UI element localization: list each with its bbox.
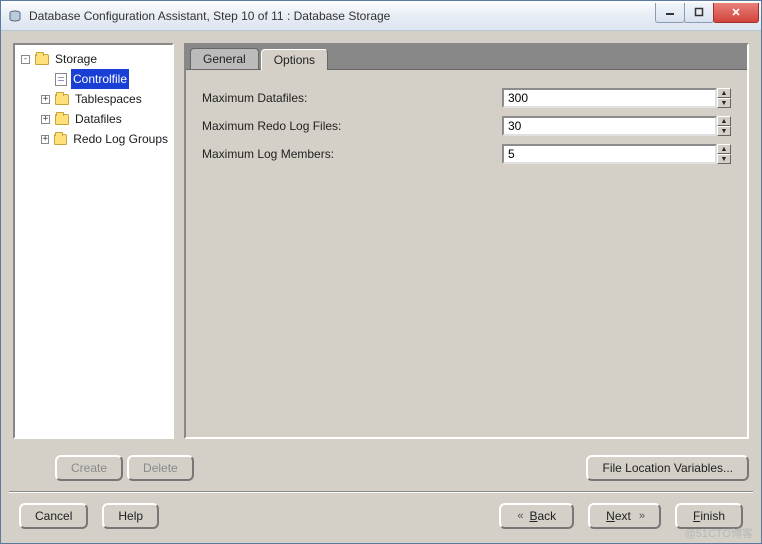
tree-label: Storage	[53, 49, 99, 69]
spinner-down-icon[interactable]: ▼	[717, 98, 731, 108]
folder-icon	[54, 134, 67, 145]
tree-label: Redo Log Groups	[71, 129, 170, 149]
back-button[interactable]: « Back	[499, 503, 574, 529]
label-max-members: Maximum Log Members:	[202, 147, 502, 161]
spinner-down-icon[interactable]: ▼	[717, 126, 731, 136]
max-members-spinner: ▲ ▼	[502, 144, 731, 164]
expand-icon[interactable]: +	[41, 95, 50, 104]
tree-node-controlfile[interactable]: Controlfile	[37, 69, 170, 89]
tree-label: Tablespaces	[73, 89, 144, 109]
tree-node-datafiles[interactable]: + Datafiles	[37, 109, 170, 129]
collapse-icon[interactable]: -	[21, 55, 30, 64]
minimize-button[interactable]	[655, 3, 685, 23]
folder-icon	[55, 94, 69, 105]
content-area: - Storage Controlfile	[1, 31, 761, 543]
max-members-input[interactable]	[502, 144, 717, 164]
max-redolog-input[interactable]	[502, 116, 717, 136]
expand-icon[interactable]: +	[41, 115, 50, 124]
titlebar[interactable]: Database Configuration Assistant, Step 1…	[1, 1, 761, 31]
detail-panel: General Options Maximum Datafiles: ▲ ▼	[184, 43, 749, 439]
tree-label: Controlfile	[71, 69, 129, 89]
max-datafiles-input[interactable]	[502, 88, 717, 108]
spinner-up-icon[interactable]: ▲	[717, 144, 731, 154]
document-icon	[55, 73, 67, 86]
help-button[interactable]: Help	[102, 503, 159, 529]
storage-tree[interactable]: - Storage Controlfile	[13, 43, 174, 439]
tab-body-options: Maximum Datafiles: ▲ ▼ Maximum Redo Log …	[186, 70, 747, 437]
chevron-right-icon: »	[639, 510, 643, 522]
spinner-up-icon[interactable]: ▲	[717, 116, 731, 126]
window-controls	[656, 3, 759, 23]
delete-button[interactable]: Delete	[127, 455, 194, 481]
cancel-button[interactable]: Cancel	[19, 503, 88, 529]
tree-node-redolog[interactable]: + Redo Log Groups	[37, 129, 170, 149]
app-window: Database Configuration Assistant, Step 1…	[0, 0, 762, 544]
tree-node-tablespaces[interactable]: + Tablespaces	[37, 89, 170, 109]
file-location-variables-button[interactable]: File Location Variables...	[586, 455, 749, 481]
max-datafiles-spinner: ▲ ▼	[502, 88, 731, 108]
close-button[interactable]	[713, 3, 759, 23]
chevron-left-icon: «	[517, 510, 521, 522]
app-icon	[7, 8, 23, 24]
spinner-down-icon[interactable]: ▼	[717, 154, 731, 164]
tab-general[interactable]: General	[190, 48, 259, 69]
next-button[interactable]: Next »	[588, 503, 661, 529]
label-max-datafiles: Maximum Datafiles:	[202, 91, 502, 105]
label-max-redolog: Maximum Redo Log Files:	[202, 119, 502, 133]
tree-node-storage[interactable]: - Storage	[17, 49, 170, 69]
maximize-button[interactable]	[684, 3, 714, 23]
max-redolog-spinner: ▲ ▼	[502, 116, 731, 136]
tab-strip: General Options	[186, 45, 747, 70]
tab-options[interactable]: Options	[261, 49, 328, 70]
expand-icon[interactable]: +	[41, 135, 49, 144]
window-title: Database Configuration Assistant, Step 1…	[29, 9, 656, 23]
create-button[interactable]: Create	[55, 455, 123, 481]
tree-label: Datafiles	[73, 109, 124, 129]
folder-icon	[55, 114, 69, 125]
watermark: @51CTO博客	[685, 525, 753, 541]
folder-icon	[35, 54, 49, 65]
spinner-up-icon[interactable]: ▲	[717, 88, 731, 98]
